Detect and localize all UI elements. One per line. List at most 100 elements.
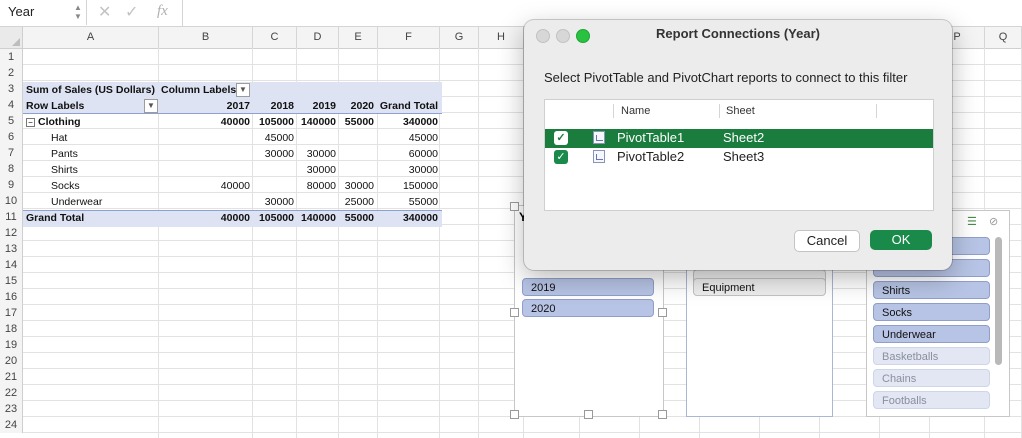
row-header-4[interactable]: 4 bbox=[0, 97, 23, 113]
column-filter-dropdown-icon[interactable]: ▼ bbox=[236, 83, 250, 97]
report-checkbox[interactable]: ✓ bbox=[554, 150, 568, 164]
report-list[interactable]: Name Sheet ✓ PivotTable1 Sheet2 ✓ PivotT… bbox=[544, 99, 934, 211]
row-header-9[interactable]: 9 bbox=[0, 177, 23, 193]
row-header-1[interactable]: 1 bbox=[0, 49, 23, 65]
collapse-icon[interactable]: − bbox=[26, 118, 35, 127]
product-slicer-item[interactable]: Underwear bbox=[873, 325, 990, 343]
insert-function-icon[interactable]: fx bbox=[157, 3, 168, 20]
pivot-group-value[interactable]: 140000 bbox=[301, 115, 336, 130]
category-slicer-item[interactable]: Equipment bbox=[693, 278, 826, 296]
row-header-22[interactable]: 22 bbox=[0, 385, 23, 401]
row-header-6[interactable]: 6 bbox=[0, 129, 23, 145]
pivot-column-labels[interactable]: Column Labels bbox=[161, 83, 236, 98]
slicer-resize-handle[interactable] bbox=[658, 410, 667, 419]
pivot-item-value[interactable]: 30000 bbox=[345, 179, 374, 194]
column-header-d[interactable]: D bbox=[297, 27, 339, 48]
row-header-16[interactable]: 16 bbox=[0, 289, 23, 305]
pivot-grand-total-label[interactable]: Grand Total bbox=[26, 211, 84, 226]
column-header-g[interactable]: G bbox=[440, 27, 479, 48]
row-header-5[interactable]: 5 bbox=[0, 113, 23, 129]
product-slicer-item-unavailable[interactable]: Basketballs bbox=[873, 347, 990, 365]
slicer-resize-handle[interactable] bbox=[510, 308, 519, 317]
pivot-group-value[interactable]: 340000 bbox=[403, 115, 438, 130]
row-filter-icon[interactable]: ▼ bbox=[144, 99, 158, 113]
pivot-sum-label[interactable]: Sum of Sales (US Dollars) bbox=[26, 83, 155, 98]
product-slicer-item-unavailable[interactable]: Chains bbox=[873, 369, 990, 387]
row-header-12[interactable]: 12 bbox=[0, 225, 23, 241]
row-header-3[interactable]: 3 bbox=[0, 81, 23, 97]
row-header-15[interactable]: 15 bbox=[0, 273, 23, 289]
pivot-item-value[interactable]: 150000 bbox=[403, 179, 438, 194]
product-slicer-item[interactable]: Shirts bbox=[873, 281, 990, 299]
row-header-2[interactable]: 2 bbox=[0, 65, 23, 81]
row-header-19[interactable]: 19 bbox=[0, 337, 23, 353]
slicer-resize-handle[interactable] bbox=[658, 308, 667, 317]
row-header-8[interactable]: 8 bbox=[0, 161, 23, 177]
row-header-24[interactable]: 24 bbox=[0, 417, 23, 433]
cancel-button[interactable]: Cancel bbox=[794, 230, 860, 252]
pivot-grand-total-value[interactable]: 105000 bbox=[259, 211, 294, 226]
select-all-button[interactable] bbox=[0, 27, 23, 48]
pivot-group-label[interactable]: Clothing bbox=[38, 115, 81, 130]
pivot-item-value[interactable]: 45000 bbox=[409, 131, 438, 146]
pivot-grand-total-value[interactable]: 40000 bbox=[221, 211, 250, 226]
cancel-icon[interactable]: ✕ bbox=[98, 2, 111, 22]
pivot-item-value[interactable]: 30000 bbox=[409, 163, 438, 178]
pivot-item-value[interactable]: 55000 bbox=[409, 195, 438, 210]
pivot-year-header[interactable]: 2020 bbox=[351, 99, 374, 114]
pivot-year-header[interactable]: 2017 bbox=[227, 99, 250, 114]
pivot-group-value[interactable]: 105000 bbox=[259, 115, 294, 130]
slicer-resize-handle[interactable] bbox=[584, 410, 593, 419]
pivot-item-value[interactable]: 60000 bbox=[409, 147, 438, 162]
column-header-f[interactable]: F bbox=[378, 27, 440, 48]
pivot-grand-total-value[interactable]: 340000 bbox=[403, 211, 438, 226]
pivot-year-header[interactable]: 2018 bbox=[271, 99, 294, 114]
row-header-7[interactable]: 7 bbox=[0, 145, 23, 161]
row-header-18[interactable]: 18 bbox=[0, 321, 23, 337]
product-slicer-item[interactable]: Socks bbox=[873, 303, 990, 321]
pivot-item-value[interactable]: 45000 bbox=[265, 131, 294, 146]
column-header-a[interactable]: A bbox=[23, 27, 159, 48]
report-checkbox[interactable]: ✓ bbox=[554, 131, 568, 145]
row-header-17[interactable]: 17 bbox=[0, 305, 23, 321]
row-header-23[interactable]: 23 bbox=[0, 401, 23, 417]
clear-filter-icon[interactable]: ⊘ bbox=[989, 215, 998, 228]
row-header-20[interactable]: 20 bbox=[0, 353, 23, 369]
product-slicer-scrollbar[interactable] bbox=[995, 237, 1002, 365]
year-slicer-item[interactable]: 2019 bbox=[522, 278, 654, 296]
row-header-13[interactable]: 13 bbox=[0, 241, 23, 257]
pivot-year-header[interactable]: 2019 bbox=[313, 99, 336, 114]
report-row-selected[interactable]: ✓ PivotTable1 Sheet2 bbox=[545, 129, 933, 148]
pivot-item-label[interactable]: Hat bbox=[51, 131, 67, 146]
enter-icon[interactable]: ✓ bbox=[125, 2, 138, 22]
column-header-q[interactable]: Q bbox=[985, 27, 1022, 48]
row-header-11[interactable]: 11 bbox=[0, 209, 23, 225]
column-header-e[interactable]: E bbox=[339, 27, 378, 48]
name-column-header[interactable]: Name bbox=[621, 100, 650, 122]
row-header-14[interactable]: 14 bbox=[0, 257, 23, 273]
slicer-resize-handle[interactable] bbox=[510, 410, 519, 419]
pivot-item-value[interactable]: 30000 bbox=[307, 163, 336, 178]
pivot-grand-total-header[interactable]: Grand Total bbox=[380, 99, 438, 114]
column-header-h[interactable]: H bbox=[479, 27, 524, 48]
name-box[interactable]: Year ▲ ▼ bbox=[0, 0, 87, 25]
product-slicer-item-unavailable[interactable]: Footballs bbox=[873, 391, 990, 409]
name-box-dropdown-icon[interactable]: ▲ ▼ bbox=[74, 3, 82, 21]
pivot-item-label[interactable]: Pants bbox=[51, 147, 78, 162]
pivot-grand-total-value[interactable]: 140000 bbox=[301, 211, 336, 226]
pivot-row-labels[interactable]: Row Labels bbox=[26, 99, 84, 114]
ok-button[interactable]: OK bbox=[870, 230, 932, 250]
pivot-item-value[interactable]: 25000 bbox=[345, 195, 374, 210]
pivot-group-value[interactable]: 40000 bbox=[221, 115, 250, 130]
pivot-item-label[interactable]: Shirts bbox=[51, 163, 78, 178]
pivot-item-value[interactable]: 30000 bbox=[265, 147, 294, 162]
pivot-item-label[interactable]: Underwear bbox=[51, 195, 102, 210]
row-header-21[interactable]: 21 bbox=[0, 369, 23, 385]
year-slicer-item[interactable]: 2020 bbox=[522, 299, 654, 317]
column-header-b[interactable]: B bbox=[159, 27, 253, 48]
pivot-item-value[interactable]: 80000 bbox=[307, 179, 336, 194]
pivot-group-value[interactable]: 55000 bbox=[345, 115, 374, 130]
pivot-grand-total-value[interactable]: 55000 bbox=[345, 211, 374, 226]
pivot-item-value[interactable]: 30000 bbox=[307, 147, 336, 162]
pivot-item-label[interactable]: Socks bbox=[51, 179, 80, 194]
